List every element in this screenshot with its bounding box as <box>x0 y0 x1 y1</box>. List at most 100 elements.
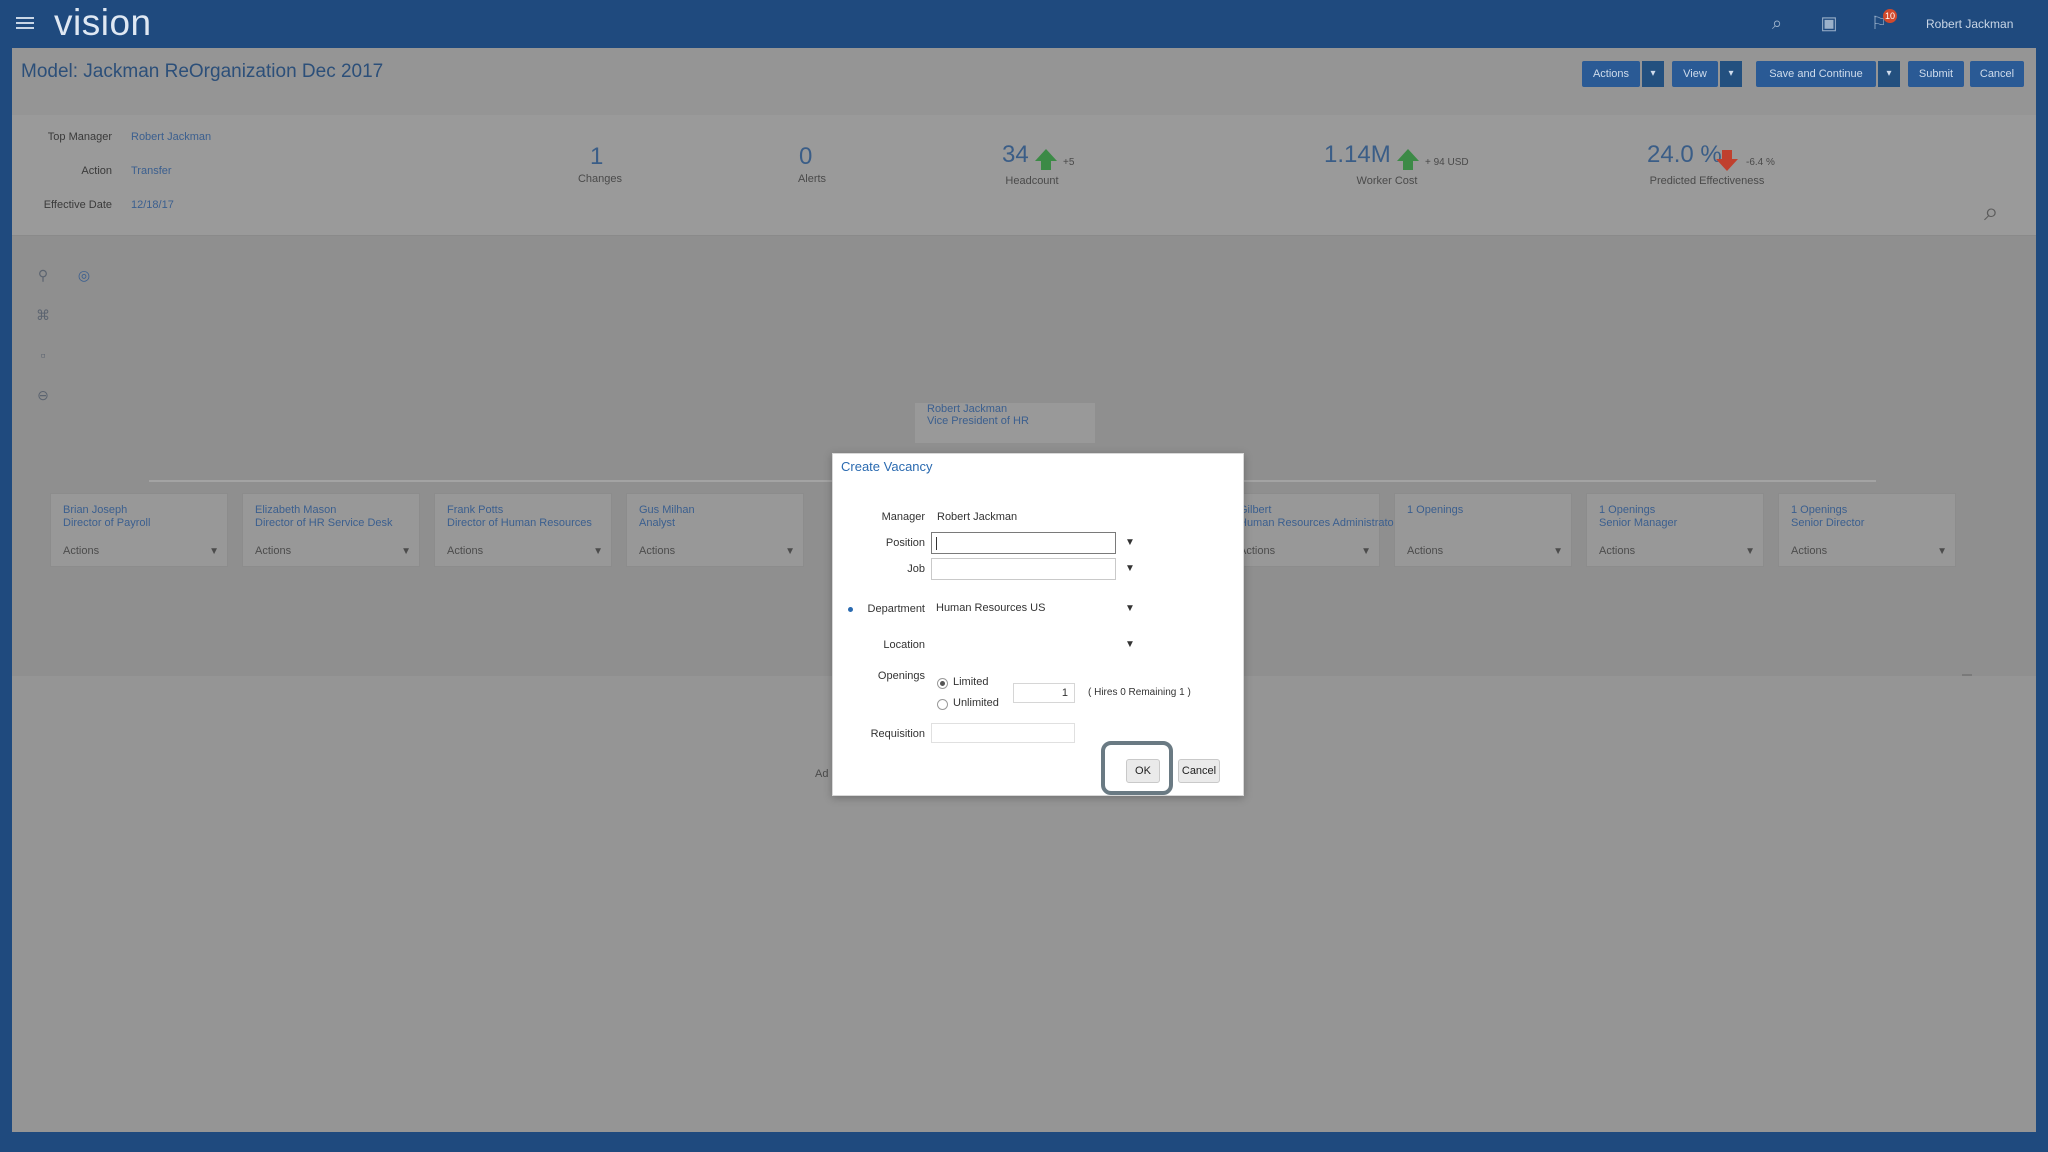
org-card[interactable]: Frank Potts Director of Human Resources … <box>434 493 612 567</box>
job-dropdown-icon[interactable]: ▼ <box>1119 558 1141 580</box>
effective-date-value[interactable]: 12/18/17 <box>131 199 174 211</box>
unlimited-label[interactable]: Unlimited <box>953 697 999 709</box>
chevron-down-icon[interactable]: ▼ <box>209 546 219 557</box>
decrease-arrow-icon <box>1722 150 1732 159</box>
view-dropdown-button[interactable]: ▾ <box>1720 61 1742 87</box>
position-input[interactable] <box>931 532 1116 554</box>
changes-value[interactable]: 1 <box>590 143 603 171</box>
org-card[interactable]: 1 Openings Actions ▼ <box>1394 493 1572 567</box>
effectiveness-delta: -6.4 % <box>1746 157 1775 168</box>
card-title: Analyst <box>639 517 676 529</box>
card-actions[interactable]: Actions <box>255 545 291 557</box>
create-vacancy-dialog: Create Vacancy Manager Robert Jackman Po… <box>832 453 1244 796</box>
ok-button[interactable]: OK <box>1126 759 1160 783</box>
card-actions[interactable]: Actions <box>639 545 675 557</box>
unlimited-radio[interactable] <box>937 699 948 710</box>
top-manager-value[interactable]: Robert Jackman <box>131 131 211 143</box>
target-icon[interactable]: ◎ <box>75 267 93 285</box>
alerts-label: Alerts <box>797 173 827 185</box>
submit-button[interactable]: Submit <box>1908 61 1964 87</box>
headcount-label: Headcount <box>1005 175 1059 187</box>
increase-arrow-icon <box>1035 149 1057 161</box>
limited-radio[interactable] <box>937 678 948 689</box>
card-actions[interactable]: Actions <box>1407 545 1443 557</box>
actions-dropdown-button[interactable]: ▾ <box>1642 61 1664 87</box>
divider <box>1962 674 1972 676</box>
card-name: Elizabeth Mason <box>255 504 337 516</box>
hierarchy-icon[interactable]: ⚲ <box>34 267 52 285</box>
decrease-arrow-icon <box>1716 159 1738 171</box>
page-content: Model: Jackman ReOrganization Dec 2017 A… <box>12 48 2036 1132</box>
page-title: Model: Jackman ReOrganization Dec 2017 <box>21 61 384 82</box>
card-actions[interactable]: Actions <box>1791 545 1827 557</box>
background-text: Ad <box>815 768 829 780</box>
org-root-card[interactable]: Robert Jackman Vice President of HR <box>915 403 1095 443</box>
chevron-down-icon[interactable]: ▼ <box>593 546 603 557</box>
alerts-value[interactable]: 0 <box>799 143 812 171</box>
location-input[interactable] <box>931 634 1116 656</box>
manager-value: Robert Jackman <box>937 511 1018 523</box>
job-input[interactable] <box>931 558 1116 580</box>
hires-remaining-text: ( Hires 0 Remaining 1 ) <box>1088 687 1191 698</box>
location-dropdown-icon[interactable]: ▼ <box>1119 634 1141 656</box>
search-icon[interactable]: ⌕ <box>1984 196 2020 232</box>
minus-icon[interactable]: ⊖ <box>34 387 52 405</box>
headcount-value[interactable]: 34 <box>1002 141 1029 169</box>
actions-button[interactable]: Actions <box>1582 61 1640 87</box>
card-name: 1 Openings <box>1791 504 1848 516</box>
action-value[interactable]: Transfer <box>131 165 172 177</box>
org-card[interactable]: Elizabeth Mason Director of HR Service D… <box>242 493 420 567</box>
changes-label: Changes <box>577 173 623 185</box>
root-name: Robert Jackman <box>927 403 1008 415</box>
chevron-down-icon[interactable]: ▼ <box>1937 546 1947 557</box>
worker-cost-label: Worker Cost <box>1356 175 1418 187</box>
save-dropdown-button[interactable]: ▾ <box>1878 61 1900 87</box>
chevron-down-icon[interactable]: ▼ <box>785 546 795 557</box>
department-dropdown-icon[interactable]: ▼ <box>1119 598 1141 620</box>
zoom-out-icon[interactable]: ▫ <box>34 347 52 365</box>
org-card[interactable]: 1 Openings Senior Manager Actions ▼ <box>1586 493 1764 567</box>
card-name: Gus Milhan <box>639 504 695 516</box>
chevron-down-icon[interactable]: ▼ <box>1553 546 1563 557</box>
card-actions[interactable]: Actions <box>63 545 99 557</box>
cancel-button[interactable]: Cancel <box>1970 61 2024 87</box>
dialog-cancel-button[interactable]: Cancel <box>1178 759 1220 783</box>
action-label: Action <box>81 165 112 177</box>
position-dropdown-icon[interactable]: ▼ <box>1119 532 1141 554</box>
card-title: Senior Director <box>1791 517 1865 529</box>
card-actions[interactable]: Actions <box>1599 545 1635 557</box>
card-actions[interactable]: Actions <box>1239 545 1275 557</box>
card-title: Director of Payroll <box>63 517 151 529</box>
position-label: Position <box>885 537 925 549</box>
manager-label: Manager <box>881 511 925 523</box>
save-continue-button[interactable]: Save and Continue <box>1756 61 1876 87</box>
org-card[interactable]: 1 Openings Senior Director Actions ▼ <box>1778 493 1956 567</box>
department-input[interactable]: Human Resources US <box>931 598 1116 620</box>
headcount-delta: +5 <box>1063 157 1075 168</box>
requisition-input[interactable] <box>931 723 1075 743</box>
search-icon[interactable]: ⌕ <box>1766 12 1788 34</box>
worker-cost-value[interactable]: 1.14M <box>1324 141 1391 169</box>
card-actions[interactable]: Actions <box>447 545 483 557</box>
org-card[interactable]: Brian Joseph Director of Payroll Actions… <box>50 493 228 567</box>
card-title: Director of HR Service Desk <box>255 517 393 529</box>
user-menu[interactable]: Robert Jackman <box>1926 17 2013 31</box>
menu-icon[interactable] <box>16 14 34 30</box>
model-summary-panel: Top Manager Robert Jackman Action Transf… <box>12 115 2036 236</box>
openings-label: Openings <box>877 670 925 682</box>
openings-count-input[interactable]: 1 <box>1013 683 1075 703</box>
card-title: Director of Human Resources <box>447 517 592 529</box>
chevron-down-icon[interactable]: ▼ <box>1361 546 1371 557</box>
department-value: Human Resources US <box>936 602 1046 614</box>
briefcase-icon[interactable]: ▣ <box>1818 12 1840 34</box>
fit-screen-icon[interactable]: ⌘ <box>34 307 52 325</box>
increase-arrow-icon <box>1403 161 1413 170</box>
chevron-down-icon[interactable]: ▼ <box>401 546 411 557</box>
org-card[interactable]: Gus Milhan Analyst Actions ▼ <box>626 493 804 567</box>
location-label: Location <box>883 639 925 651</box>
bottom-bar <box>0 1132 2048 1152</box>
limited-label[interactable]: Limited <box>953 676 988 688</box>
view-button[interactable]: View <box>1672 61 1718 87</box>
effectiveness-value[interactable]: 24.0 % <box>1647 141 1722 169</box>
chevron-down-icon[interactable]: ▼ <box>1745 546 1755 557</box>
